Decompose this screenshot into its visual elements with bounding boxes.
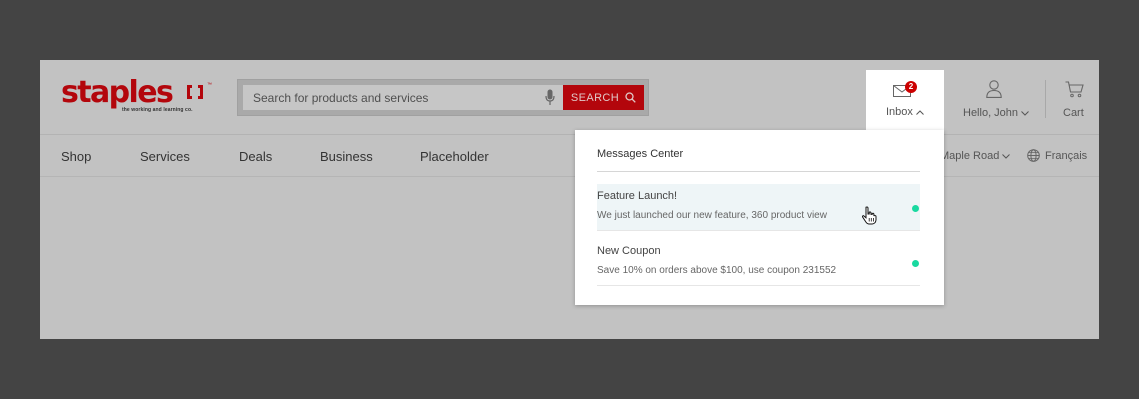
logo-trademark: ™ — [207, 82, 212, 88]
nav-item-placeholder[interactable]: Placeholder — [420, 149, 489, 164]
account-button[interactable]: Hello, John — [960, 80, 1030, 124]
messages-center-title: Messages Center — [597, 148, 684, 160]
store-label: Maple Road — [940, 150, 1000, 162]
unread-dot — [912, 205, 919, 212]
messages-center-dropdown: Messages Center Feature Launch! We just … — [575, 130, 944, 305]
store-selector[interactable]: Maple Road — [940, 150, 1011, 162]
globe-icon — [1027, 149, 1040, 162]
site-header: staples ™ the working and learning co. S… — [40, 60, 1099, 135]
logo-bracket-icon — [187, 85, 203, 99]
chevron-down-icon — [1021, 111, 1029, 116]
search-button[interactable]: SEARCH — [563, 85, 644, 110]
search-bar: SEARCH — [237, 79, 649, 116]
search-input[interactable] — [253, 85, 533, 110]
message-title: Feature Launch! — [597, 190, 678, 202]
staples-logo[interactable]: staples ™ the working and learning co. — [61, 75, 212, 118]
cart-icon — [1065, 81, 1084, 98]
search-box — [243, 85, 563, 110]
message-body: Save 10% on orders above $100, use coupo… — [597, 265, 837, 276]
microphone-icon[interactable] — [545, 89, 555, 106]
chevron-down-icon — [1002, 153, 1011, 159]
search-button-label: SEARCH — [570, 91, 620, 104]
chevron-up-icon — [916, 110, 924, 115]
message-divider — [597, 285, 920, 286]
logo-tagline: the working and learning co. — [122, 107, 193, 113]
user-icon — [986, 80, 1002, 98]
language-toggle[interactable]: Français — [1027, 149, 1087, 162]
nav-item-business[interactable]: Business — [320, 149, 373, 164]
account-label: Hello, John — [963, 107, 1029, 119]
logo-wordmark: staples — [61, 75, 174, 110]
message-item[interactable]: New Coupon Save 10% on orders above $100… — [597, 239, 920, 286]
message-divider — [597, 230, 920, 231]
messages-center-divider — [597, 171, 920, 172]
nav-item-deals[interactable]: Deals — [239, 149, 272, 164]
inbox-badge: 2 — [905, 81, 917, 93]
nav-item-services[interactable]: Services — [140, 149, 190, 164]
language-label: Français — [1045, 149, 1088, 162]
unread-dot — [912, 260, 919, 267]
header-divider — [1045, 80, 1046, 118]
inbox-button[interactable]: 2 Inbox — [866, 70, 944, 134]
nav-item-shop[interactable]: Shop — [61, 149, 91, 164]
search-icon — [625, 92, 636, 103]
message-title: New Coupon — [597, 245, 661, 257]
cart-button[interactable]: Cart — [1062, 80, 1092, 124]
inbox-label: Inbox — [886, 106, 924, 118]
hand-pointer-cursor-icon — [862, 206, 877, 225]
message-body: We just launched our new feature, 360 pr… — [597, 210, 827, 221]
cart-label: Cart — [1063, 107, 1084, 119]
